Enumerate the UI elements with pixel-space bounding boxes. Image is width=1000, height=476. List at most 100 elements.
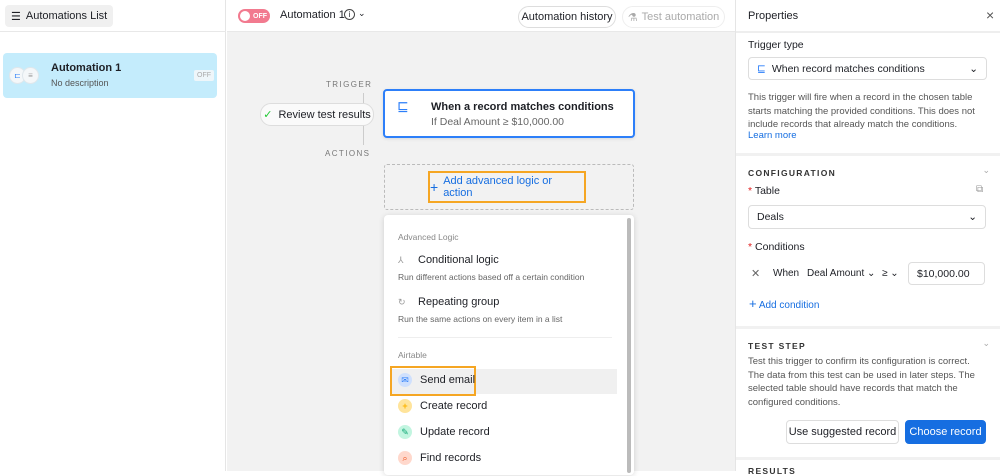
- external-link-icon[interactable]: ⧉: [976, 184, 983, 195]
- table-label: * Table: [748, 185, 780, 197]
- trigger-type-label: Trigger type: [748, 39, 804, 51]
- chevron-down-icon: ⌄: [968, 211, 977, 223]
- chevron-down-icon[interactable]: ⌄: [358, 8, 366, 19]
- advanced-logic-header: Advanced Logic: [398, 232, 459, 242]
- section-divider: [736, 326, 1000, 329]
- automation-title[interactable]: Automation 1: [280, 9, 345, 21]
- trigger-subtitle: If Deal Amount ≥ $10,000.00: [431, 116, 565, 128]
- add-advanced-logic-button[interactable]: + Add advanced logic or action: [428, 171, 586, 203]
- trigger-conditions-icon: ⊑: [757, 62, 766, 75]
- plus-icon: +: [398, 399, 412, 413]
- table-value: Deals: [757, 211, 784, 223]
- menu-scrollbar[interactable]: [627, 218, 631, 473]
- condition-operator-select[interactable]: ≥ ⌄: [882, 268, 899, 279]
- section-divider: [736, 153, 1000, 156]
- repeating-desc: Run the same actions on every item in a …: [398, 314, 563, 324]
- chevron-down-icon: ⌄: [867, 268, 876, 279]
- add-condition-label: Add condition: [758, 300, 820, 311]
- actions-label: ACTIONS: [325, 149, 371, 158]
- sidebar-header: ☰ Automations List: [0, 0, 226, 32]
- menu-item-update-record[interactable]: ✎ Update record: [398, 425, 490, 439]
- configuration-header: CONFIGURATION: [748, 168, 837, 178]
- test-step-description: Test this trigger to confirm its configu…: [748, 356, 975, 408]
- test-automation-button[interactable]: ⚗ Test automation: [622, 6, 725, 28]
- table-label-text: Table: [754, 185, 780, 197]
- airtable-header: Airtable: [398, 350, 427, 360]
- trigger-card[interactable]: ⊑ When a record matches conditions If De…: [383, 89, 635, 138]
- condition-field-select[interactable]: Deal Amount ⌄: [807, 268, 875, 279]
- results-header: RESULTS: [748, 466, 797, 476]
- find-records-label: Find records: [420, 452, 482, 464]
- trigger-title: When a record matches conditions: [431, 101, 614, 113]
- choose-record-button[interactable]: Choose record: [905, 420, 986, 444]
- toggle-label: OFF: [253, 12, 267, 20]
- trigger-conditions-icon: ⊑: [397, 98, 409, 114]
- update-record-label: Update record: [420, 426, 490, 438]
- review-test-results-button[interactable]: ✓ Review test results: [260, 103, 374, 126]
- action-icon: ≡: [22, 67, 39, 84]
- menu-item-send-email[interactable]: ✉ Send email: [398, 373, 475, 387]
- pencil-icon: ✎: [398, 425, 412, 439]
- menu-item-conditional-logic[interactable]: ⅄ Conditional logic: [398, 254, 499, 266]
- conditions-label-text: Conditions: [755, 241, 805, 253]
- close-icon[interactable]: ×: [986, 7, 994, 23]
- send-email-label: Send email: [420, 374, 476, 386]
- check-icon: ✓: [263, 109, 273, 121]
- menu-item-repeating-group[interactable]: ↻ Repeating group: [398, 296, 499, 308]
- toggle-knob: [240, 11, 250, 21]
- review-label: Review test results: [278, 108, 371, 121]
- automation-list-item[interactable]: ⊏ ≡ Automation 1 No description OFF: [3, 53, 217, 98]
- conditions-label: * Conditions: [748, 241, 805, 253]
- repeat-icon: ↻: [398, 296, 406, 307]
- condition-operator: ≥: [882, 268, 888, 279]
- repeating-label: Repeating group: [418, 296, 500, 308]
- top-bar: OFF Automation 1 i ⌄ Automation history …: [227, 0, 735, 32]
- create-record-label: Create record: [420, 400, 488, 412]
- remove-condition-icon[interactable]: ✕: [751, 267, 760, 280]
- automations-list-button[interactable]: ☰ Automations List: [5, 5, 114, 27]
- status-badge: OFF: [194, 70, 214, 81]
- condition-value: $10,000.00: [917, 267, 970, 280]
- conditional-desc: Run different actions based off a certai…: [398, 272, 585, 282]
- condition-value-input[interactable]: $10,000.00: [908, 262, 985, 285]
- automation-description: No description: [51, 78, 109, 88]
- info-icon[interactable]: i: [344, 9, 355, 20]
- branch-icon: ⅄: [398, 254, 404, 265]
- menu-divider: [398, 337, 612, 338]
- automation-history-button[interactable]: Automation history: [518, 6, 616, 28]
- properties-panel: Properties × Trigger type ⊑ When record m…: [735, 0, 1000, 476]
- chevron-down-icon: ⌄: [969, 62, 978, 75]
- sidebar: ☰ Automations List ⊏ ≡ Automation 1 No de…: [0, 0, 226, 471]
- flask-icon: ⚗: [627, 11, 638, 24]
- header-divider: [736, 31, 1000, 33]
- search-icon: ⌕: [398, 451, 412, 465]
- plus-icon: +: [749, 296, 757, 311]
- automation-toggle[interactable]: OFF: [238, 9, 270, 23]
- section-divider: [736, 457, 1000, 460]
- chevron-down-icon[interactable]: ⌄: [982, 165, 990, 176]
- menu-item-create-record[interactable]: + Create record: [398, 399, 487, 413]
- trigger-type-select[interactable]: ⊑ When record matches conditions ⌄: [748, 57, 987, 80]
- menu-item-find-records[interactable]: ⌕ Find records: [398, 451, 481, 465]
- plus-icon: +: [430, 179, 439, 195]
- automations-list-label: Automations List: [25, 10, 108, 22]
- table-select[interactable]: Deals ⌄: [748, 205, 986, 229]
- email-icon: ✉: [398, 373, 412, 387]
- chevron-down-icon: ⌄: [890, 268, 899, 279]
- use-suggested-record-button[interactable]: Use suggested record: [786, 420, 899, 444]
- learn-more-link[interactable]: Learn more: [748, 130, 797, 141]
- conditional-label: Conditional logic: [418, 254, 499, 266]
- chevron-down-icon[interactable]: ⌄: [982, 338, 990, 349]
- test-automation-label: Test automation: [641, 11, 720, 23]
- condition-when: When: [773, 268, 800, 279]
- condition-field: Deal Amount: [807, 268, 865, 279]
- automation-icons: ⊏ ≡: [9, 67, 39, 84]
- trigger-type-value: When record matches conditions: [771, 62, 925, 75]
- add-condition-button[interactable]: + Add condition: [749, 296, 819, 311]
- add-button-label: Add advanced logic or action: [443, 175, 553, 199]
- test-step-header: TEST STEP: [748, 341, 806, 351]
- panel-title: Properties: [748, 10, 799, 22]
- automation-name: Automation 1: [51, 62, 122, 74]
- add-action-menu: Advanced Logic ⅄ Conditional logic Run di…: [384, 215, 634, 475]
- trigger-label: TRIGGER: [326, 80, 373, 89]
